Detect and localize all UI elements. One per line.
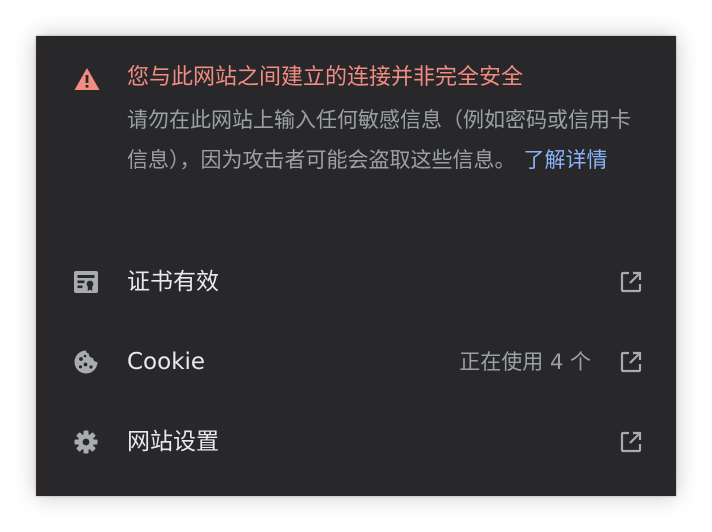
warning-triangle-icon bbox=[74, 68, 100, 90]
gear-icon bbox=[74, 430, 98, 454]
cookie-in-use-count: 正在使用 4 个 bbox=[459, 350, 591, 374]
site-settings-row[interactable]: 网站设置 bbox=[37, 402, 677, 482]
site-settings-label: 网站设置 bbox=[127, 429, 219, 455]
open-external-icon[interactable] bbox=[619, 270, 643, 294]
connection-warning: 您与此网站之间建立的连接并非完全安全 请勿在此网站上输入任何敏感信息（例如密码或… bbox=[37, 36, 677, 236]
certificate-label: 证书有效 bbox=[127, 269, 219, 295]
cookie-row[interactable]: Cookie 正在使用 4 个 bbox=[37, 322, 677, 402]
learn-more-link[interactable]: 了解详情 bbox=[524, 148, 608, 172]
warning-description: 请勿在此网站上输入任何敏感信息（例如密码或信用卡信息），因为攻击者可能会盗取这些… bbox=[127, 100, 637, 180]
site-info-popup: 您与此网站之间建立的连接并非完全安全 请勿在此网站上输入任何敏感信息（例如密码或… bbox=[36, 36, 676, 496]
certificate-row[interactable]: 证书有效 bbox=[37, 242, 677, 322]
cookie-icon bbox=[74, 350, 98, 374]
cookie-label: Cookie bbox=[127, 349, 206, 375]
warning-title: 您与此网站之间建立的连接并非完全安全 bbox=[127, 65, 524, 90]
certificate-icon bbox=[74, 271, 98, 293]
open-external-icon[interactable] bbox=[619, 430, 643, 454]
open-external-icon[interactable] bbox=[619, 350, 643, 374]
